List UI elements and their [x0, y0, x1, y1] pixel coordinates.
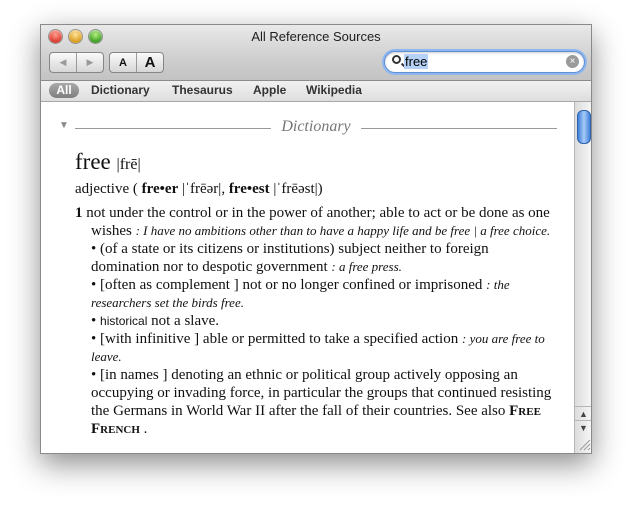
part-of-speech-line: adjective ( fre•er |ˈfrēər|, fre•est |ˈf…	[75, 181, 323, 197]
subsense-5: • [with infinitive ] able or permitted t…	[91, 331, 545, 364]
search-field[interactable]: free ×	[384, 51, 585, 73]
search-icon	[392, 55, 401, 64]
grammar-label: [often as complement ]	[100, 277, 239, 293]
scope-apple[interactable]: Apple	[253, 83, 286, 98]
sense-text: (of a state or its citizens or instituti…	[91, 241, 489, 275]
superlative-form: fre•est	[228, 181, 270, 197]
section-header: ▼ Dictionary	[59, 118, 557, 135]
subsense-4: • historical not a slave.	[91, 313, 220, 329]
grammar-label: [with infinitive ]	[100, 331, 200, 347]
sense-1: 1 not under the control or in the power …	[75, 204, 555, 438]
sense-example: : I have no ambitions other than to have…	[135, 223, 551, 238]
increase-font-button[interactable]: A	[136, 53, 163, 72]
sense-example: : a free press.	[331, 259, 402, 274]
subsense-6: • [in names ] denoting an ethnic or poli…	[91, 367, 552, 437]
decrease-font-button[interactable]: A	[110, 53, 136, 72]
nav-buttons: ◀ ▶	[49, 52, 104, 73]
sense-text: not a slave.	[151, 313, 220, 329]
headword: free	[75, 149, 111, 174]
grammar-label: [in names ]	[100, 367, 168, 383]
font-size-buttons: A A	[109, 52, 164, 73]
headword-line: free |frē|	[75, 149, 141, 175]
comparative-form: fre•er	[141, 181, 179, 197]
back-arrow-icon: ◀	[59, 57, 67, 67]
comparative-pronunciation: |ˈfrēər|	[182, 181, 222, 197]
scope-bar: All Dictionary Thesaurus Apple Wikipedia	[41, 81, 591, 102]
superlative-pronunciation: |ˈfrēəst|	[273, 181, 318, 197]
titlebar: All Reference Sources ◀ ▶ A A free ×	[41, 25, 591, 81]
scope-thesaurus[interactable]: Thesaurus	[172, 83, 233, 98]
vertical-scrollbar[interactable]: ▲ ▼	[574, 102, 592, 453]
forward-button[interactable]: ▶	[76, 53, 103, 72]
subsense-3: • [often as complement ] not or no longe…	[91, 277, 510, 310]
subsense-2: • (of a state or its citizens or institu…	[91, 241, 489, 275]
forward-arrow-icon: ▶	[86, 57, 94, 67]
clear-search-icon[interactable]: ×	[566, 55, 579, 68]
section-rule-left	[75, 128, 271, 129]
sense-tail: .	[143, 421, 148, 437]
window-title: All Reference Sources	[251, 29, 381, 44]
back-button[interactable]: ◀	[50, 53, 76, 72]
scope-wikipedia[interactable]: Wikipedia	[306, 83, 362, 98]
resize-grip-icon[interactable]	[575, 435, 592, 452]
register-label: historical	[100, 314, 148, 328]
disclosure-triangle-icon[interactable]: ▼	[59, 120, 69, 131]
part-of-speech: adjective	[75, 181, 130, 197]
scroll-thumb[interactable]	[577, 110, 591, 144]
scope-dictionary[interactable]: Dictionary	[91, 83, 150, 98]
dictionary-window: All Reference Sources ◀ ▶ A A free × All…	[40, 24, 592, 454]
search-input-value[interactable]: free	[404, 54, 429, 69]
sense-text: not or no longer confined or imprisoned	[242, 277, 483, 293]
section-rule-right	[361, 128, 557, 129]
section-title: Dictionary	[281, 118, 351, 135]
pronunciation: |frē|	[116, 156, 141, 173]
sense-text: able or permitted to take a specified ac…	[202, 331, 459, 347]
scope-all[interactable]: All	[49, 83, 79, 98]
definition-pane: ▼ Dictionary free |frē| adjective ( fre•…	[41, 102, 574, 452]
scroll-down-arrow-icon[interactable]: ▼	[575, 420, 591, 435]
scroll-up-arrow-icon[interactable]: ▲	[575, 406, 591, 421]
sense-number: 1	[75, 205, 83, 221]
